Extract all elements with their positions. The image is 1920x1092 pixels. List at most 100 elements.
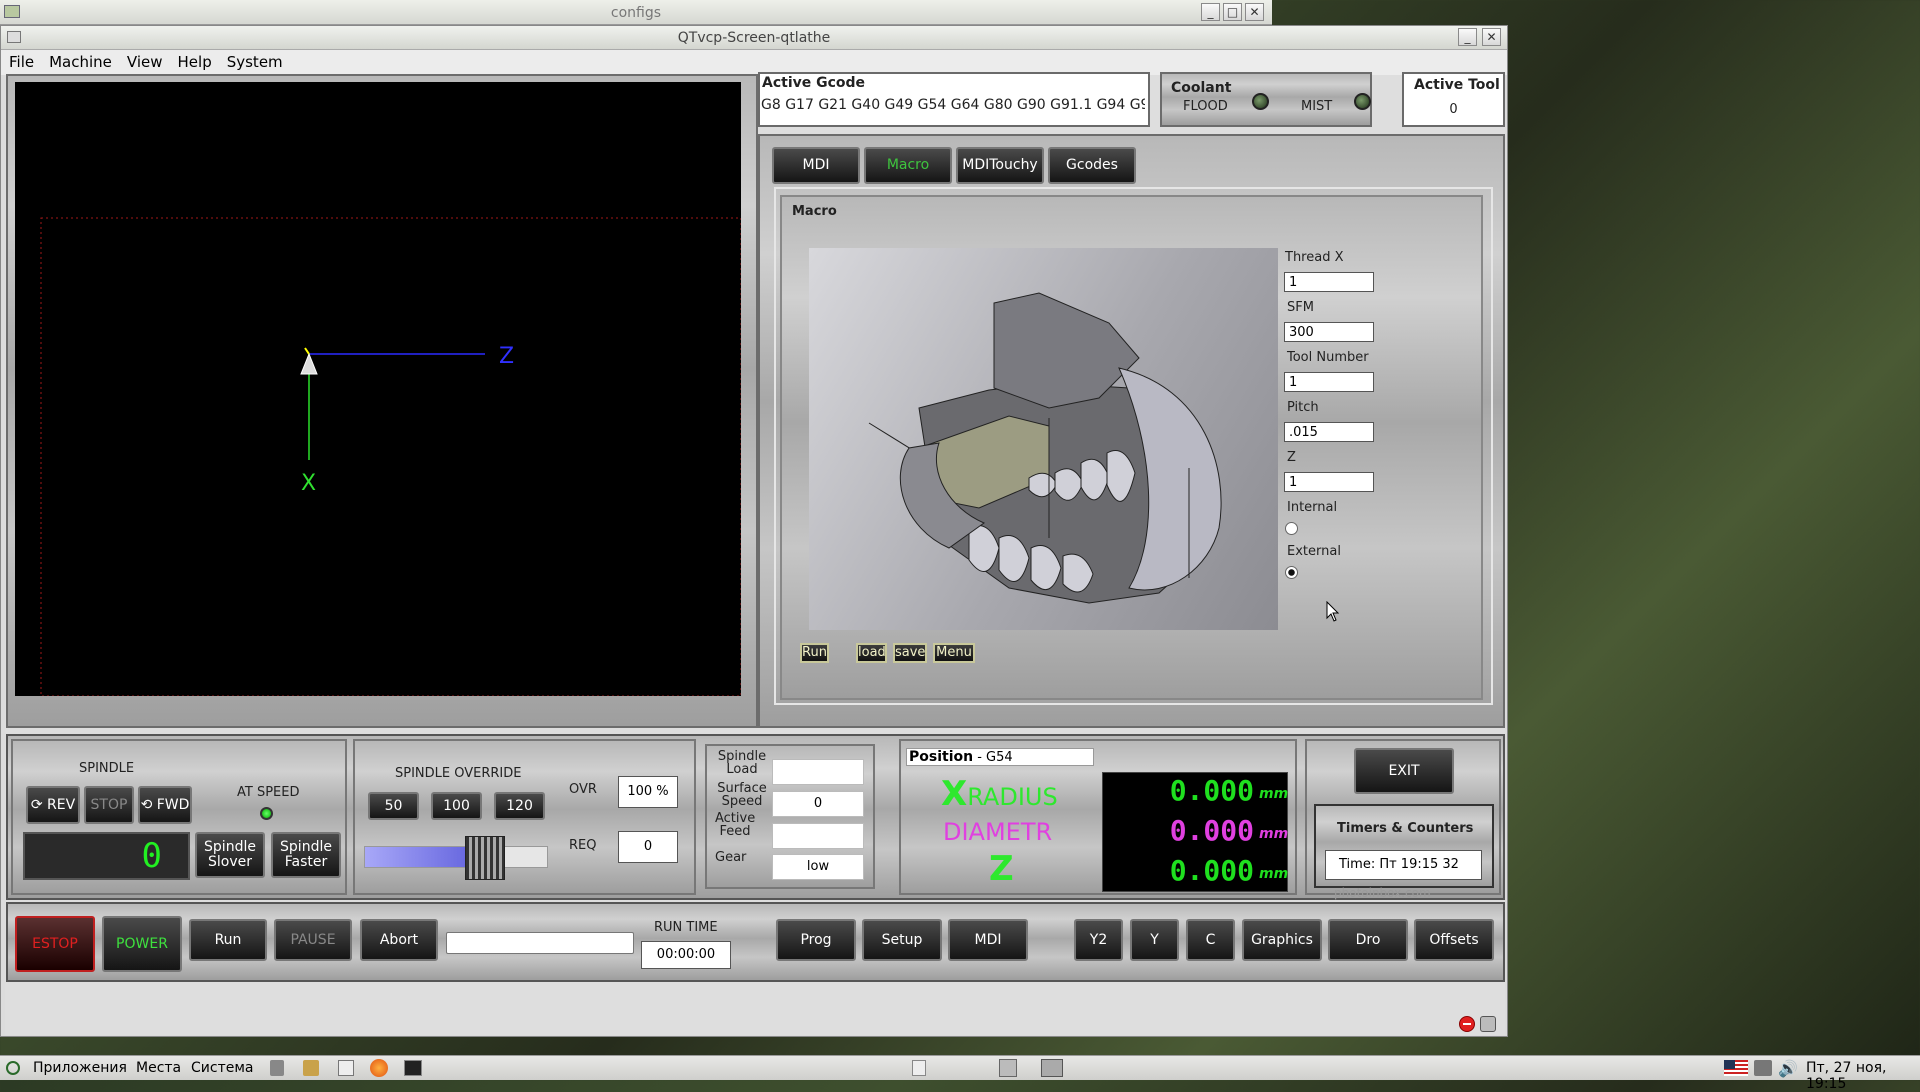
spindle-load-value [772,759,864,785]
y-button[interactable]: Y [1130,919,1179,961]
workspace-switcher-icon[interactable] [1041,1059,1063,1077]
flood-led [1252,93,1269,110]
gcode-preview[interactable]: Z X [15,82,742,697]
editor-launcher-icon[interactable] [338,1060,354,1076]
tool-number-input[interactable]: 1 [1284,372,1374,392]
estop-button[interactable]: ESTOP [15,916,95,972]
program-progress-bar [446,932,634,954]
override-100-button[interactable]: 100 [431,792,482,820]
dro-button[interactable]: Dro [1328,919,1408,961]
spindle-faster-button[interactable]: Spindle Faster [271,832,341,878]
z-axis-row-label: Z [989,849,1014,889]
active-feed-label: Active Feed [715,811,756,839]
dro-x-unit: mm [1259,786,1289,802]
ovr-value: 100 % [618,776,678,808]
show-desktop-icon[interactable] [912,1060,926,1076]
thread-x-input[interactable]: 1 [1284,272,1374,292]
background-window-titlebar: configs _ □ ✕ [0,0,1272,25]
preview-canvas: Z X [40,217,742,697]
keyboard-layout-flag-icon[interactable] [1724,1060,1748,1076]
prog-button[interactable]: Prog [776,919,856,961]
trash-icon[interactable] [999,1059,1017,1077]
override-120-button[interactable]: 120 [494,792,545,820]
menu-system[interactable]: System [219,50,290,71]
window-close-button[interactable]: ✕ [1482,28,1501,46]
y2-button[interactable]: Y2 [1074,919,1123,961]
menu-view[interactable]: View [119,50,170,71]
applications-menu[interactable]: Приложения [33,1060,127,1076]
archive-launcher-icon[interactable] [303,1060,319,1076]
work-envelope [40,217,742,697]
firefox-launcher-icon[interactable] [370,1059,388,1077]
run-button[interactable]: Run [189,919,267,961]
watermark: photoinbox.com [1334,886,1431,900]
diameter-label: DIAMETR [943,818,1053,846]
exit-button[interactable]: EXIT [1354,748,1454,794]
tool-icon [300,352,318,375]
tab-mditouchy[interactable]: MDITouchy [956,147,1044,184]
override-50-button[interactable]: 50 [368,792,419,820]
terminal-launcher-icon[interactable] [404,1060,422,1076]
window-titlebar: QTvcp-Screen-qtlathe _ ✕ [1,26,1507,50]
tab-gcodes[interactable]: Gcodes [1048,147,1136,184]
taskbar-clock[interactable]: Пт, 27 ноя, 19:15 [1806,1060,1920,1092]
graphics-button[interactable]: Graphics [1242,919,1322,961]
z-input[interactable]: 1 [1284,472,1374,492]
offsets-button[interactable]: Offsets [1414,919,1494,961]
external-label: External [1287,544,1341,559]
maximize-button[interactable]: □ [1223,3,1242,21]
active-gcode-codes: G8 G17 G21 G40 G49 G54 G64 G80 G90 G91.1… [761,97,1145,113]
pitch-input[interactable]: .015 [1284,422,1374,442]
spindle-rev-button[interactable]: ⟳ REV [26,786,80,824]
macro-menu-button[interactable]: Menu [933,643,975,663]
c-button[interactable]: C [1186,919,1235,961]
window-minimize-button[interactable]: _ [1458,28,1477,46]
sfm-label: SFM [1287,300,1314,315]
macro-run-button[interactable]: Run [800,643,829,663]
mdi-button[interactable]: MDI [948,919,1028,961]
menu-machine[interactable]: Machine [41,50,119,71]
spindle-stop-button[interactable]: STOP [84,786,134,824]
thread-drawing [868,292,1222,604]
external-radio[interactable] [1285,566,1298,579]
places-menu[interactable]: Места [136,1060,181,1076]
run-time-value: 00:00:00 [641,941,731,969]
tools-launcher-icon[interactable] [270,1060,284,1076]
coolant-title: Coolant [1171,80,1232,96]
req-label: REQ [569,838,597,853]
menu-file[interactable]: File [1,50,41,71]
internal-label: Internal [1287,500,1338,515]
sound-icon[interactable]: 🔊 [1778,1059,1798,1078]
spindle-override-title: SPINDLE OVERRIDE [395,766,522,781]
macro-load-button[interactable]: load [856,643,887,663]
tool-number-label: Tool Number [1287,350,1369,365]
network-icon[interactable] [1754,1060,1772,1076]
override-slider[interactable] [364,836,548,880]
tab-mdi[interactable]: MDI [772,147,860,184]
spindle-slower-button[interactable]: Spindle Slover [195,832,265,878]
active-tool-box: Active Tool 0 [1402,72,1505,127]
x-axis-row-label: XRADIUS [941,774,1058,814]
at-speed-led [260,807,273,820]
minimize-button[interactable]: _ [1201,3,1220,21]
spindle-load-label: Spindle Load [717,749,767,777]
thread-x-label: Thread X [1285,250,1344,265]
setup-button[interactable]: Setup [862,919,942,961]
at-speed-label: AT SPEED [237,785,300,800]
sfm-input[interactable]: 300 [1284,322,1374,342]
menu-logo-icon[interactable] [6,1061,20,1075]
pause-button[interactable]: PAUSE [274,919,352,961]
active-gcode-box: Active Gcode G8 G17 G21 G40 G49 G54 G64 … [758,72,1150,127]
power-button[interactable]: POWER [102,916,182,972]
macro-save-button[interactable]: save [893,643,927,663]
override-slider-handle[interactable] [465,836,505,880]
run-time-label: RUN TIME [654,920,718,935]
menu-help[interactable]: Help [170,50,219,71]
abort-button[interactable]: Abort [360,919,438,961]
system-menu[interactable]: Система [191,1060,253,1076]
ovr-label: OVR [569,782,597,797]
spindle-fwd-button[interactable]: ⟲ FWD [138,786,192,824]
close-button[interactable]: ✕ [1245,3,1264,21]
tab-macro[interactable]: Macro [864,147,952,184]
internal-radio[interactable] [1285,522,1298,535]
